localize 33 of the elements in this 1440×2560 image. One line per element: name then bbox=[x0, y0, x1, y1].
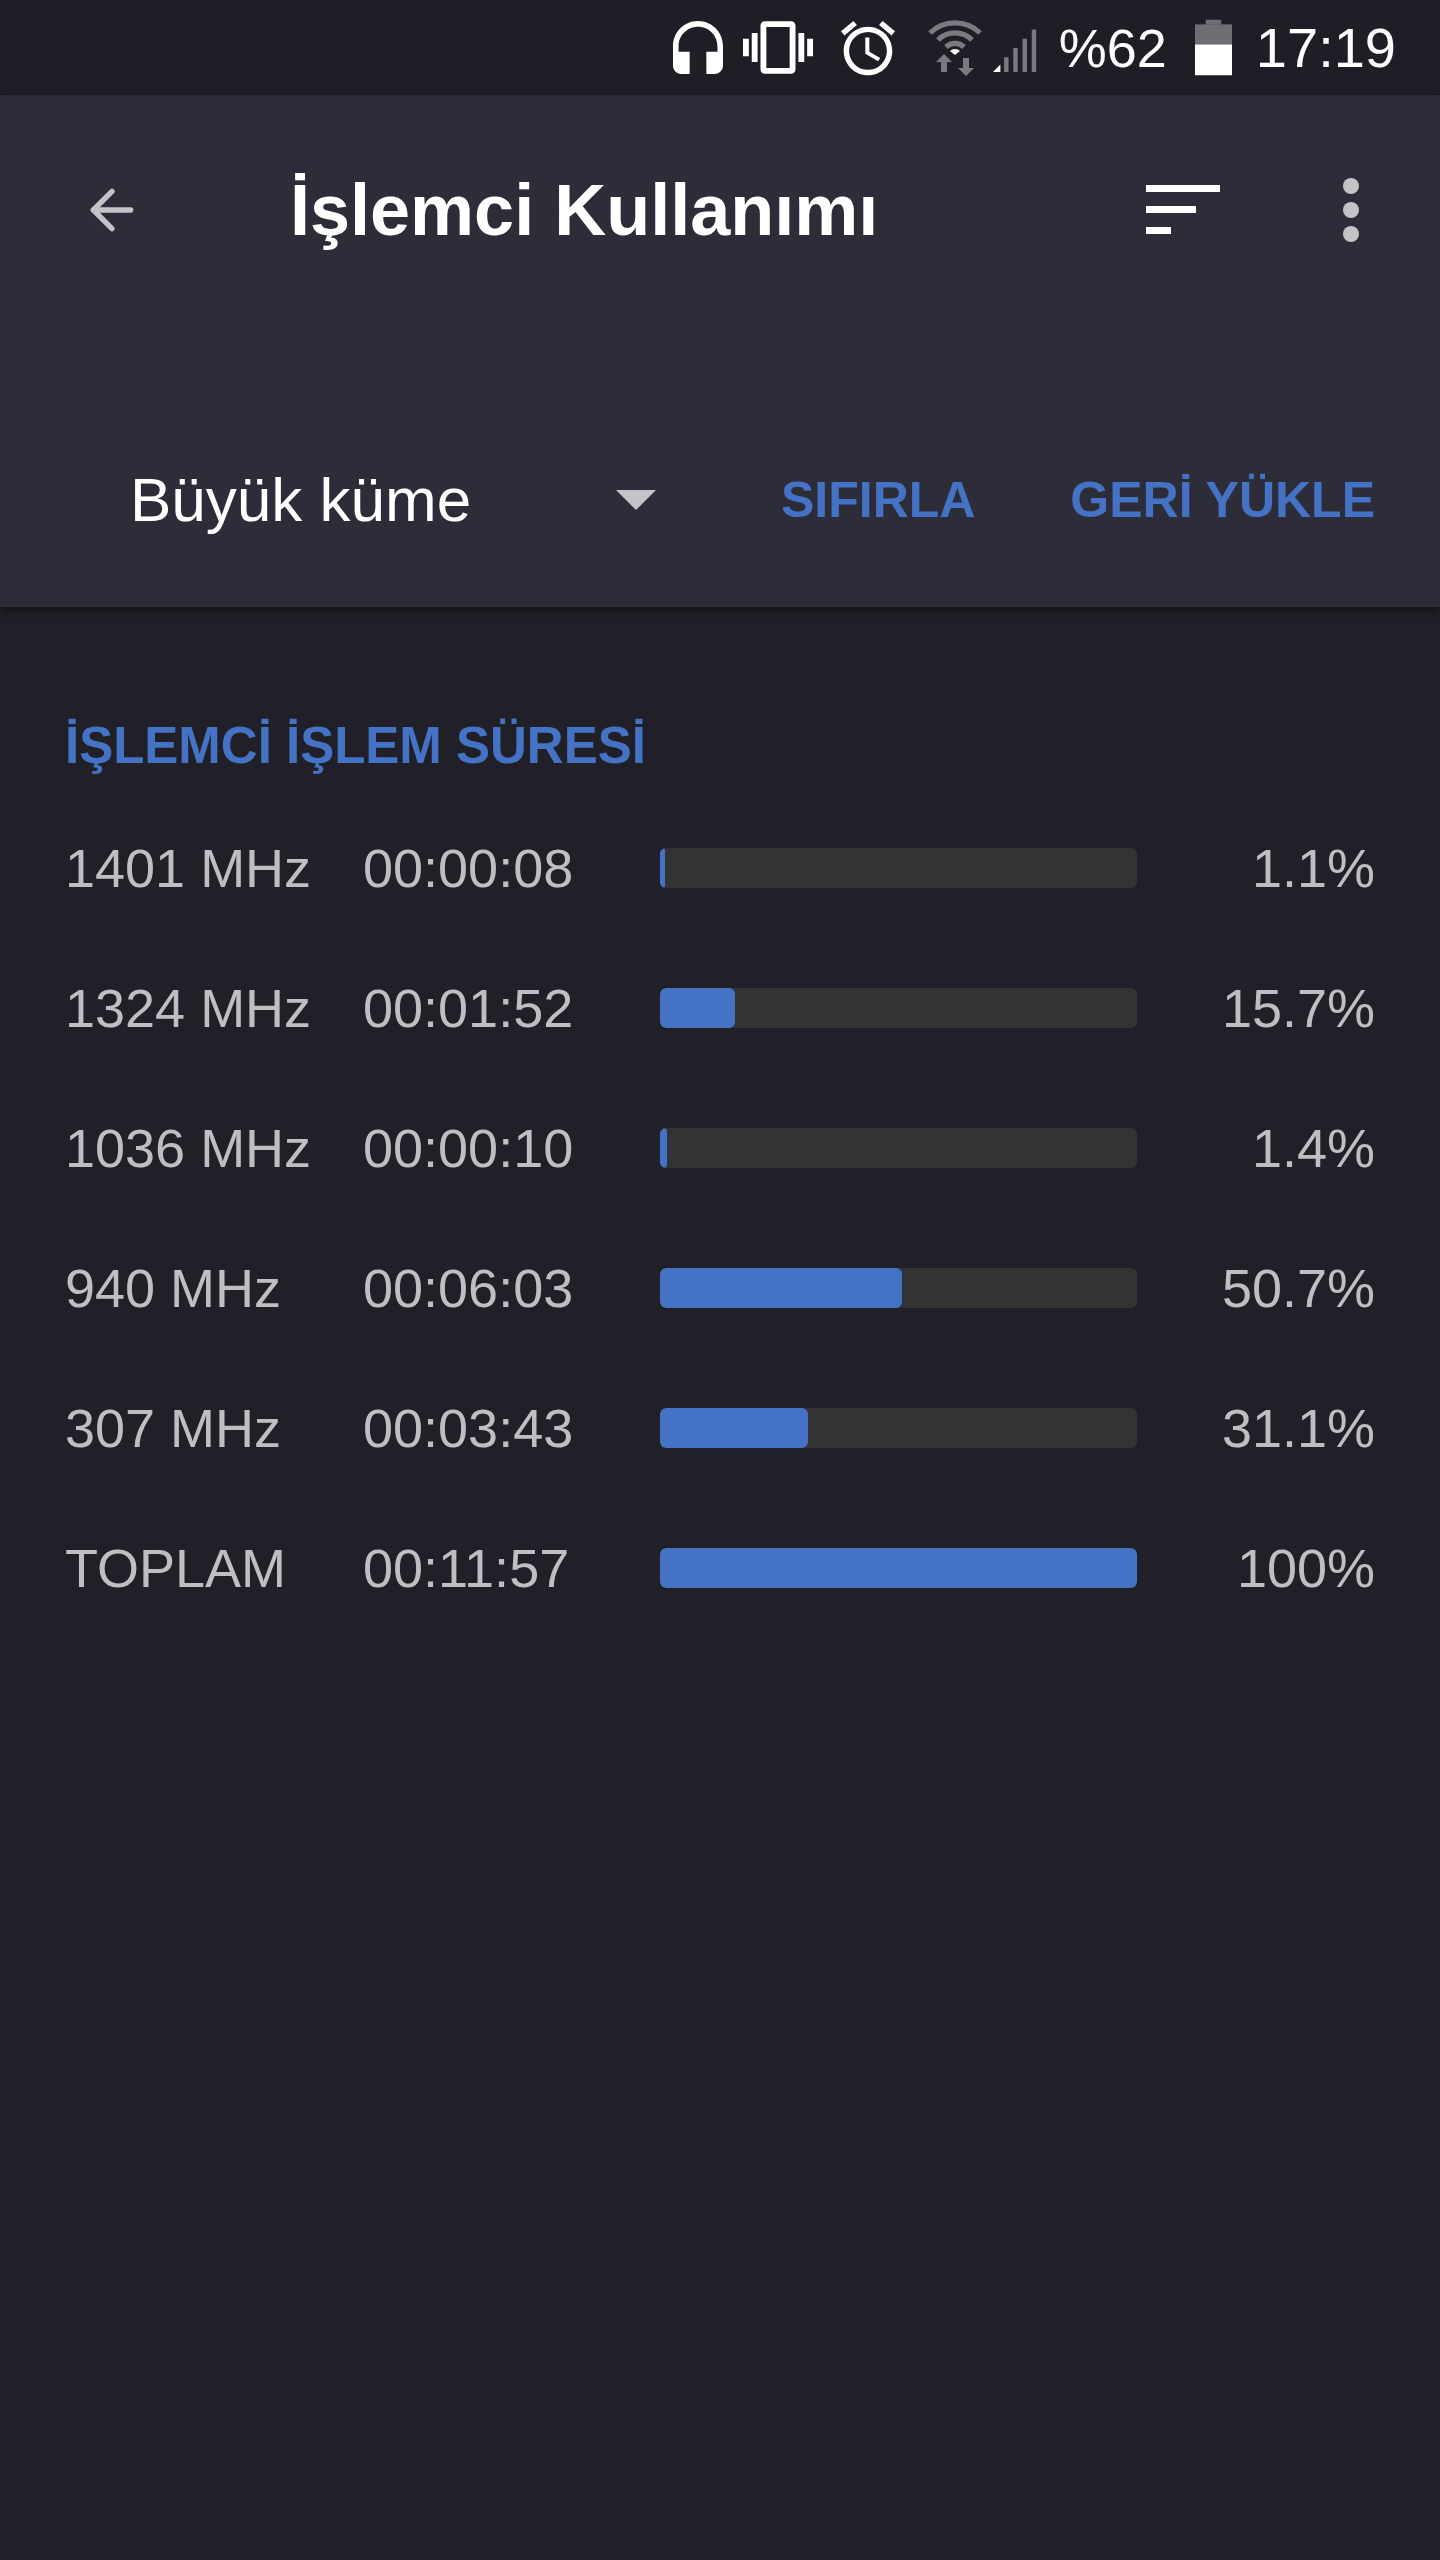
more-options-button[interactable] bbox=[1342, 178, 1360, 242]
battery-icon bbox=[1194, 19, 1232, 76]
frequency-label: TOPLAM bbox=[65, 1541, 288, 1595]
percent-label: 31.1% bbox=[1220, 1401, 1375, 1455]
duration-label: 00:11:57 bbox=[363, 1541, 571, 1595]
percent-label: 1.1% bbox=[1250, 841, 1375, 895]
duration-label: 00:00:08 bbox=[363, 841, 575, 895]
more-vertical-icon bbox=[1342, 178, 1360, 242]
sort-icon bbox=[1146, 185, 1220, 235]
percent-label: 100% bbox=[1235, 1541, 1375, 1595]
frequency-label: 307 MHz bbox=[65, 1401, 283, 1455]
frequency-label: 1324 MHz bbox=[65, 981, 313, 1035]
frequency-label: 940 MHz bbox=[65, 1261, 283, 1315]
clock-time: 17:19 bbox=[1255, 19, 1396, 76]
alarm-clock-icon bbox=[840, 19, 895, 76]
duration-label: 00:06:03 bbox=[363, 1261, 575, 1315]
percent-label: 50.7% bbox=[1220, 1261, 1375, 1315]
dropdown-triangle-icon bbox=[616, 490, 656, 510]
restore-button[interactable]: GERİ YÜKLE bbox=[1070, 475, 1375, 525]
sort-button[interactable] bbox=[1146, 185, 1220, 235]
headphones-icon bbox=[672, 21, 723, 74]
duration-label: 00:03:43 bbox=[363, 1401, 575, 1455]
reset-button[interactable]: SIFIRLA bbox=[781, 475, 976, 525]
vibrate-icon bbox=[742, 21, 813, 74]
duration-label: 00:01:52 bbox=[363, 981, 575, 1035]
frequency-label: 1401 MHz bbox=[65, 841, 313, 895]
wifi-icon bbox=[926, 19, 983, 76]
duration-label: 00:00:10 bbox=[363, 1121, 575, 1175]
percent-label: 1.4% bbox=[1250, 1121, 1375, 1175]
frequency-label: 1036 MHz bbox=[65, 1121, 313, 1175]
percent-label: 15.7% bbox=[1220, 981, 1375, 1035]
battery-percent: %62 bbox=[1058, 20, 1167, 75]
section-heading: İŞLEMCİ İŞLEM SÜRESİ bbox=[65, 715, 646, 776]
